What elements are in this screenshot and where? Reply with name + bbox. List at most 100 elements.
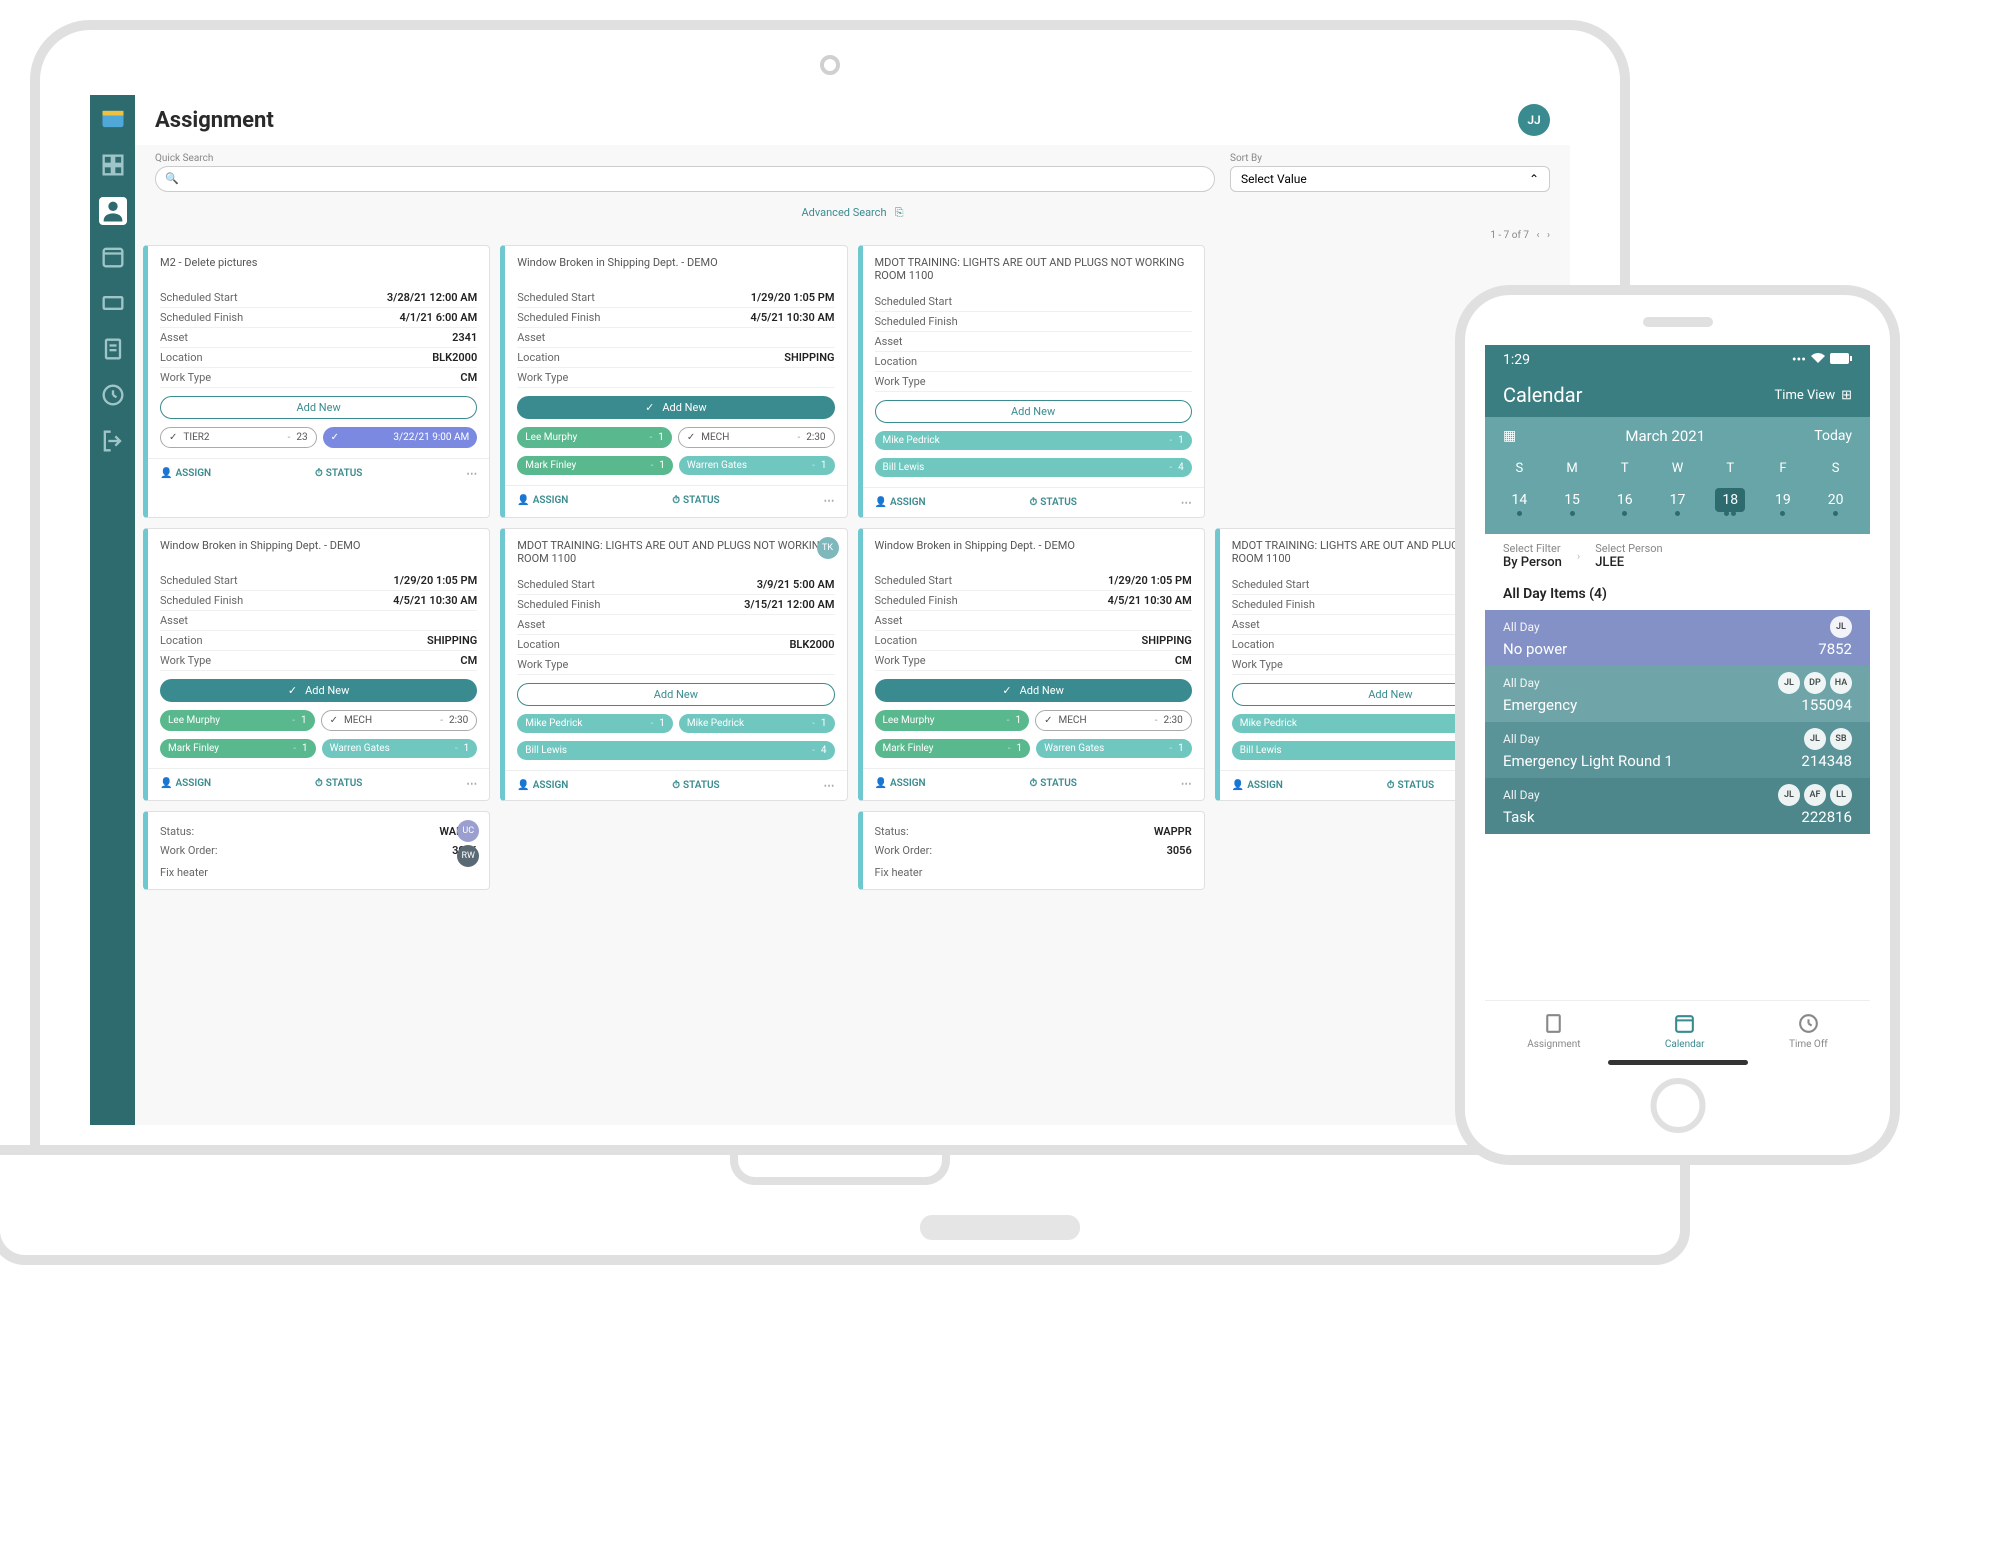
assignee-pill[interactable]: Mike Pedrick-1 [679,714,835,733]
check-icon: ✓ [1044,715,1052,726]
add-new-button[interactable]: ✓Add New [875,679,1192,702]
status-button[interactable]: ⏱ STATUS [315,468,362,479]
detail-row: Asset [160,611,477,631]
assign-button[interactable]: 👤 ASSIGN [875,497,926,508]
assignee-pill[interactable]: Lee Murphy-1 [517,427,672,448]
prev-page-icon[interactable]: ‹ [1537,230,1540,241]
detail-row: Scheduled Start [875,292,1192,312]
assignee-pill[interactable]: Warren Gates-1 [679,456,835,475]
assignee-pill[interactable]: Mike Pedrick-1 [875,431,1192,450]
quick-search-input[interactable] [155,166,1215,192]
clock-icon[interactable] [99,381,127,409]
grid-icon[interactable] [99,151,127,179]
assignee-pill[interactable]: ✓3/22/21 9:00 AM [323,427,478,448]
phone-home-button[interactable] [1650,1078,1705,1133]
status-button[interactable]: ⏱ STATUS [1029,497,1076,508]
status-button[interactable]: ⏱ STATUS [672,780,719,791]
calendar-date[interactable]: 17 [1651,486,1704,522]
assign-button[interactable]: 👤 ASSIGN [160,468,211,479]
assignee-pill[interactable]: Bill Lewis-4 [875,458,1192,477]
calendar-icon[interactable] [99,243,127,271]
more-icon[interactable]: ⋯ [823,494,834,507]
more-icon[interactable]: ⋯ [823,779,834,792]
assignee-pill[interactable]: Mike Pedrick-1 [517,714,673,733]
card-title: Window Broken in Shipping Dept. - DEMO [148,529,489,571]
add-new-button[interactable]: Add New [875,400,1192,423]
filter-person[interactable]: Select Person JLEE [1595,542,1662,570]
more-icon[interactable]: ⋯ [1181,496,1192,509]
calendar-event[interactable]: All DayJLDPHA Emergency155094 [1485,666,1870,722]
clipboard-icon[interactable] [99,335,127,363]
status-button[interactable]: ⏱ STATUS [1029,778,1076,789]
next-page-icon[interactable]: › [1547,230,1550,241]
status-button[interactable]: ⏱ STATUS [1387,780,1434,791]
more-icon[interactable]: ⋯ [1181,777,1192,790]
assignee-pill[interactable]: Lee Murphy-1 [875,710,1030,731]
add-new-button[interactable]: ✓Add New [517,396,834,419]
assign-button[interactable]: 👤 ASSIGN [1232,780,1283,791]
assignee-pill[interactable]: Mark Finley-1 [517,456,673,475]
add-new-button[interactable]: Add New [517,683,834,706]
calendar-event[interactable]: All DayJLSB Emergency Light Round 121434… [1485,722,1870,778]
nav-icon [1796,1011,1821,1036]
pill-row: Lee Murphy-1 ✓MECH-2:30 [505,423,846,452]
logo-icon[interactable] [99,105,127,133]
today-button[interactable]: Today [1814,428,1852,444]
user-badge: RW [457,845,479,867]
calendar-event[interactable]: All DayJLAFLL Task222816 [1485,778,1870,834]
assign-button[interactable]: 👤 ASSIGN [160,778,211,789]
card-footer: 👤 ASSIGN ⏱ STATUS ⋯ [505,770,846,800]
person-plus-icon: 👤 [875,497,887,508]
more-icon[interactable]: ⋯ [466,467,477,480]
assignee-pill[interactable]: ✓MECH-2:30 [1035,710,1192,731]
card-icon[interactable] [99,289,127,317]
add-new-button[interactable]: Add New [160,396,477,419]
filter-by[interactable]: Select Filter By Person [1503,542,1562,570]
assignee-pill[interactable]: Mark Finley-1 [160,739,316,758]
assign-button[interactable]: 👤 ASSIGN [517,780,568,791]
assignee-pill[interactable]: Bill Lewis-4 [517,741,834,760]
status-button[interactable]: ⏱ STATUS [672,495,719,506]
nav-calendar[interactable]: Calendar [1665,1011,1705,1050]
more-icon[interactable]: ⋯ [466,777,477,790]
assignee-badge: DP [1804,672,1826,694]
add-new-button[interactable]: ✓Add New [160,679,477,702]
day-header: S [1493,461,1546,476]
person-icon[interactable] [99,197,127,225]
laptop-frame: Assignment JJ Quick Search 🔍 Sort By Sel… [30,20,1630,1165]
logout-icon[interactable] [99,427,127,455]
nav-icon [1672,1011,1697,1036]
nav-time-off[interactable]: Time Off [1789,1011,1828,1050]
assignee-pill[interactable]: Mark Finley-1 [875,739,1031,758]
assign-button[interactable]: 👤 ASSIGN [517,495,568,506]
check-icon: ✓ [687,432,695,443]
assignee-pill[interactable]: Lee Murphy-1 [160,710,315,731]
assignee-pill[interactable]: Warren Gates-1 [322,739,478,758]
card-details: Scheduled Start1/29/20 1:05 PM Scheduled… [863,571,1204,671]
calendar-date[interactable]: 20 [1809,486,1862,522]
sort-select[interactable]: Select Value ⌃ [1230,166,1550,192]
calendar-date[interactable]: 15 [1546,486,1599,522]
cal-toggle-icon[interactable]: ▦ [1503,428,1516,444]
detail-row: Scheduled Start1/29/20 1:05 PM [875,571,1192,591]
advanced-search-link[interactable]: Advanced Search ⎘ [135,200,1570,226]
assignee-pill[interactable]: ✓MECH-2:30 [321,710,478,731]
time-view-button[interactable]: Time View ⊞ [1775,388,1852,403]
assign-button[interactable]: 👤 ASSIGN [875,778,926,789]
calendar-date[interactable]: 16 [1598,486,1651,522]
calendar-date[interactable]: 18 [1704,486,1757,522]
assignment-card: Window Broken in Shipping Dept. - DEMO S… [858,528,1205,801]
assignee-badge: JL [1778,784,1800,806]
status-button[interactable]: ⏱ STATUS [315,778,362,789]
dots-icon: ••• [1792,352,1806,368]
calendar-event[interactable]: All DayJL No power7852 [1485,610,1870,666]
pill-row: Lee Murphy-1 ✓MECH-2:30 [148,706,489,735]
assignee-pill[interactable]: ✓MECH-2:30 [678,427,835,448]
user-avatar[interactable]: JJ [1518,104,1550,136]
calendar-date[interactable]: 14 [1493,486,1546,522]
check-icon: ✓ [1002,684,1011,697]
assignee-pill[interactable]: ✓TIER2-23 [160,427,317,448]
assignee-pill[interactable]: Warren Gates-1 [1036,739,1192,758]
nav-assignment[interactable]: Assignment [1527,1011,1580,1050]
calendar-date[interactable]: 19 [1757,486,1810,522]
